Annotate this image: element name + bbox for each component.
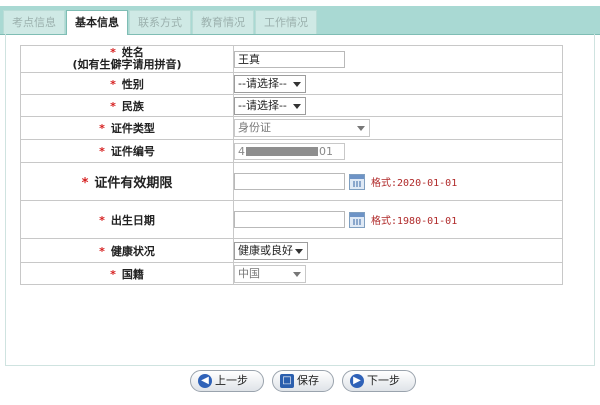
birth-date-hint: 格式:1980-01-01 — [371, 216, 458, 227]
next-step-button[interactable]: ▶ 下一步 — [342, 370, 416, 392]
id-type-label: 证件类型 — [110, 122, 155, 135]
form-row-id-number: * 证件编号 4 01 — [20, 139, 563, 163]
prev-step-label: 上一步 — [215, 374, 248, 387]
health-select[interactable]: 健康或良好 — [234, 241, 308, 260]
birth-date-label: 出生日期 — [110, 213, 155, 227]
basic-info-form: * 姓名 (如有生僻字请用拼音) 王真 * 性别 --请选择-- * 民族 --请选择… — [20, 45, 563, 285]
gender-label: 性别 — [121, 77, 144, 91]
nationality-value: 中国 — [238, 266, 260, 280]
required-mark: * — [99, 122, 105, 135]
chevron-down-icon — [293, 271, 301, 277]
arrow-right-icon: ▶ — [350, 374, 364, 388]
id-type-value: 身份证 — [238, 121, 271, 134]
form-row-name: * 姓名 (如有生僻字请用拼音) 王真 — [20, 45, 563, 73]
name-label-cell: * 姓名 (如有生僻字请用拼音) — [20, 45, 234, 73]
required-mark: * — [110, 99, 116, 113]
tab-basic-info[interactable]: 基本信息 — [66, 10, 128, 35]
form-row-health: * 健康状况 健康或良好 — [20, 238, 563, 263]
tab-work[interactable]: 工作情况 — [255, 10, 317, 34]
chevron-down-icon — [293, 103, 301, 109]
tab-education[interactable]: 教育情况 — [192, 10, 254, 34]
gender-value: --请选择-- — [238, 76, 287, 90]
health-value: 健康或良好 — [238, 243, 293, 257]
name-input[interactable]: 王真 — [234, 50, 345, 68]
required-mark: * — [110, 267, 116, 281]
form-row-nationality: * 国籍 中国 — [20, 262, 563, 285]
save-button[interactable]: □ 保存 — [272, 370, 334, 392]
chevron-down-icon — [295, 248, 303, 254]
tab-exam-site-info[interactable]: 考点信息 — [3, 10, 65, 34]
id-number-prefix: 4 — [238, 144, 245, 158]
ethnicity-value: --请选择-- — [238, 98, 287, 112]
required-mark: * — [81, 176, 89, 191]
form-row-id-validity: * 证件有效期限 格式:2020-01-01 — [20, 162, 563, 201]
chevron-down-icon — [357, 126, 365, 131]
redacted-mask — [246, 147, 318, 156]
footer-bar: ◀ 上一步 □ 保存 ▶ 下一步 — [0, 366, 600, 405]
ethnicity-select[interactable]: --请选择-- — [234, 96, 306, 115]
tab-bar: 考点信息 基本信息 联系方式 教育情况 工作情况 — [0, 6, 600, 35]
name-value-cell: 王真 — [233, 45, 563, 73]
required-mark: * — [99, 244, 105, 258]
floppy-disk-icon: □ — [280, 374, 294, 388]
health-label: 健康状况 — [110, 244, 155, 258]
ethnicity-label: 民族 — [121, 99, 144, 113]
id-number-suffix: 01 — [319, 144, 333, 158]
required-mark: * — [110, 77, 116, 91]
nationality-select[interactable]: 中国 — [234, 264, 306, 283]
id-number-input[interactable]: 4 01 — [234, 142, 345, 160]
required-mark: * — [99, 145, 105, 158]
id-validity-input[interactable] — [234, 173, 345, 190]
tab-contact[interactable]: 联系方式 — [129, 10, 191, 34]
name-sublabel: (如有生僻字请用拼音) — [72, 58, 182, 71]
calendar-icon[interactable] — [349, 211, 365, 228]
form-row-birth-date: * 出生日期 格式:1980-01-01 — [20, 200, 563, 239]
arrow-left-icon: ◀ — [198, 374, 212, 388]
form-row-ethnicity: * 民族 --请选择-- — [20, 94, 563, 117]
id-type-select[interactable]: 身份证 — [234, 119, 370, 137]
gender-select[interactable]: --请选择-- — [234, 74, 306, 93]
id-number-label: 证件编号 — [110, 145, 155, 158]
next-step-label: 下一步 — [367, 374, 400, 387]
form-row-id-type: * 证件类型 身份证 — [20, 116, 563, 140]
id-validity-label: 证件有效期限 — [94, 176, 173, 191]
save-label: 保存 — [297, 374, 319, 387]
required-mark: * — [99, 213, 105, 227]
birth-date-input[interactable] — [234, 211, 345, 228]
nationality-label: 国籍 — [121, 267, 144, 281]
form-row-gender: * 性别 --请选择-- — [20, 72, 563, 95]
calendar-icon[interactable] — [349, 173, 365, 190]
chevron-down-icon — [293, 81, 301, 87]
id-validity-hint: 格式:2020-01-01 — [371, 178, 458, 189]
prev-step-button[interactable]: ◀ 上一步 — [190, 370, 264, 392]
